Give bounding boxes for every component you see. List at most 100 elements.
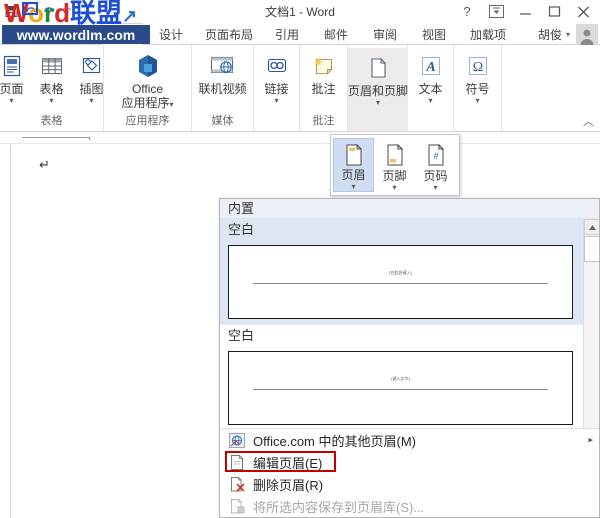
ribbon-button-comment[interactable]: 批注 bbox=[304, 48, 344, 96]
menu-item-label: Office.com 中的其他页眉(M) bbox=[253, 433, 416, 449]
chevron-down-icon: ▾ bbox=[392, 183, 397, 192]
ribbon-button-table[interactable]: 表格 ▾ bbox=[32, 48, 72, 105]
tab-view[interactable]: 视图 bbox=[413, 23, 455, 45]
chevron-down-icon: ▾ bbox=[9, 96, 14, 105]
header-icon bbox=[339, 142, 369, 168]
gallery-thumbnail[interactable]: [键入文字] bbox=[228, 351, 573, 425]
tab-page-layout[interactable]: 页面布局 bbox=[199, 23, 259, 45]
gallery-item-blank-1[interactable]: 空白 [在此处键入] bbox=[220, 219, 584, 325]
ribbon-group-header-footer-label bbox=[348, 114, 407, 129]
links-icon bbox=[261, 50, 293, 82]
ribbon-group-apps-label: 应用程序 bbox=[125, 115, 170, 127]
office-com-icon bbox=[227, 431, 247, 449]
tab-insert[interactable]: 插入 bbox=[101, 23, 143, 45]
ribbon-button-pages[interactable]: 页面 ▾ bbox=[0, 48, 32, 105]
chevron-right-icon: ▸ bbox=[588, 434, 593, 445]
svg-text:#: # bbox=[433, 151, 438, 161]
ribbon-group-comments-label: 批注 bbox=[312, 115, 335, 127]
word-application-window: 文档1 - Word ? 文件 开始 插入 设计 页面布局 引用 邮件 审阅 视… bbox=[0, 0, 600, 518]
ribbon-group-text-label bbox=[408, 114, 453, 129]
tab-references[interactable]: 引用 bbox=[266, 23, 308, 45]
ribbon-group-symbols: Ω 符号 ▾ bbox=[454, 45, 502, 131]
scroll-up-icon[interactable] bbox=[584, 219, 599, 235]
account-name-label: 胡俊 bbox=[537, 27, 562, 42]
tab-add-ins[interactable]: 加载项 bbox=[462, 23, 514, 45]
tab-home[interactable]: 开始 bbox=[52, 23, 96, 45]
chevron-down-icon: ▾ bbox=[565, 29, 570, 39]
gallery-scroll-region[interactable]: 空白 [在此处键入] 空白 [键入文字] bbox=[220, 219, 584, 451]
menu-item-label: 编辑页眉(E) bbox=[253, 455, 323, 471]
ribbon-button-table-label: 表格 bbox=[39, 82, 64, 96]
page-number-button[interactable]: # 页码 ▾ bbox=[415, 138, 456, 192]
symbol-icon: Ω bbox=[462, 50, 494, 82]
illustration-icon bbox=[76, 50, 108, 82]
menu-item-more-headers-from-office-com[interactable]: Office.com 中的其他页眉(M) ▸ bbox=[220, 429, 599, 451]
gallery-item-preview-band[interactable]: [在此处键入] bbox=[220, 241, 584, 325]
ribbon-button-symbol[interactable]: Ω 符号 ▾ bbox=[458, 48, 498, 105]
comment-icon bbox=[308, 50, 340, 82]
ribbon-button-symbol-label: 符号 bbox=[465, 82, 490, 96]
ribbon-group-media: 联机视频 媒体 bbox=[192, 45, 254, 131]
gallery-scrollbar[interactable] bbox=[583, 219, 599, 451]
office-apps-sublabel: 应用程序 bbox=[121, 96, 170, 110]
menu-item-remove-header[interactable]: 删除页眉(R) bbox=[220, 473, 599, 495]
delete-header-icon bbox=[227, 475, 247, 493]
ribbon-group-header-footer: 页眉和页脚 ▾ bbox=[348, 45, 408, 131]
minimize-button[interactable] bbox=[512, 2, 538, 22]
footer-button[interactable]: 页脚 ▾ bbox=[374, 138, 415, 192]
tab-design[interactable]: 设计 bbox=[150, 23, 192, 45]
ribbon-tabs: 文件 开始 插入 设计 页面布局 引用 邮件 审阅 视图 加载项 胡俊 ▾ bbox=[0, 23, 600, 45]
avatar[interactable] bbox=[576, 24, 598, 45]
close-button[interactable] bbox=[570, 2, 596, 22]
gallery-thumbnail[interactable]: [在此处键入] bbox=[228, 245, 573, 319]
menu-item-edit-header[interactable]: 编辑页眉(E) bbox=[220, 451, 599, 473]
chevron-down-icon: ▾ bbox=[475, 96, 480, 105]
gallery-thumbnail-rule bbox=[253, 389, 548, 390]
chevron-down-icon: ▾ bbox=[49, 96, 54, 105]
window-controls: ? bbox=[454, 1, 596, 22]
ribbon-button-pages-label: 页面 bbox=[0, 82, 24, 96]
ribbon-button-office-apps-label2: 应用程序▾ bbox=[121, 96, 173, 110]
table-icon bbox=[36, 50, 68, 82]
indent-marker[interactable] bbox=[22, 137, 90, 140]
text-icon: A bbox=[415, 50, 447, 82]
ribbon: 页面 ▾ 表格 ▾ 插图 ▾ 表格 Office 应用程序▾ 应用程序 联机视频… bbox=[0, 45, 600, 132]
scrollbar-thumb[interactable] bbox=[584, 236, 599, 262]
account-name[interactable]: 胡俊 ▾ bbox=[538, 23, 570, 45]
gallery-item-name: 空白 bbox=[220, 325, 584, 347]
page-number-button-label: 页码 bbox=[423, 169, 448, 183]
header-footer-icon bbox=[362, 52, 394, 84]
page-break-icon bbox=[0, 50, 28, 82]
gallery-item-blank-2[interactable]: 空白 [键入文字] bbox=[220, 325, 584, 431]
gallery-category-label: 内置 bbox=[220, 199, 599, 219]
header-button[interactable]: 页眉 ▾ bbox=[333, 138, 374, 192]
chevron-down-icon: ▾ bbox=[351, 182, 356, 191]
ribbon-group-links: 链接 ▾ bbox=[254, 45, 300, 131]
ribbon-button-text-label: 文本 bbox=[418, 82, 443, 96]
page-number-icon: # bbox=[421, 141, 451, 169]
collapse-ribbon-button[interactable]: ︿ bbox=[583, 113, 594, 129]
tab-file[interactable]: 文件 bbox=[8, 23, 46, 45]
gallery-thumbnail-placeholder: [在此处键入] bbox=[389, 270, 412, 275]
gallery-item-preview-band[interactable]: [键入文字] bbox=[220, 347, 584, 431]
horizontal-ruler[interactable] bbox=[0, 132, 600, 144]
help-button[interactable]: ? bbox=[454, 2, 480, 22]
ribbon-button-office-apps-label: Office bbox=[131, 82, 164, 96]
chevron-down-icon: ▾ bbox=[433, 183, 438, 192]
menu-item-label: 删除页眉(R) bbox=[253, 477, 324, 493]
tab-review[interactable]: 审阅 bbox=[364, 23, 406, 45]
ribbon-button-links[interactable]: 链接 ▾ bbox=[257, 48, 297, 105]
ribbon-display-options-button[interactable] bbox=[483, 2, 509, 22]
tab-mailings[interactable]: 邮件 bbox=[315, 23, 357, 45]
ribbon-button-office-apps[interactable]: Office 应用程序▾ bbox=[108, 48, 188, 110]
ribbon-button-header-footer-label: 页眉和页脚 bbox=[348, 84, 409, 98]
edit-header-icon bbox=[227, 453, 247, 471]
ribbon-button-text[interactable]: A 文本 ▾ bbox=[411, 48, 451, 105]
footer-icon bbox=[380, 141, 410, 169]
ribbon-group-tables-label: 表格 bbox=[40, 115, 63, 127]
svg-text:Ω: Ω bbox=[472, 60, 482, 75]
footer-button-label: 页脚 bbox=[382, 169, 407, 183]
office-apps-icon bbox=[132, 50, 164, 82]
maximize-button[interactable] bbox=[541, 2, 567, 22]
ribbon-button-online-video[interactable]: 联机视频 bbox=[194, 48, 250, 96]
